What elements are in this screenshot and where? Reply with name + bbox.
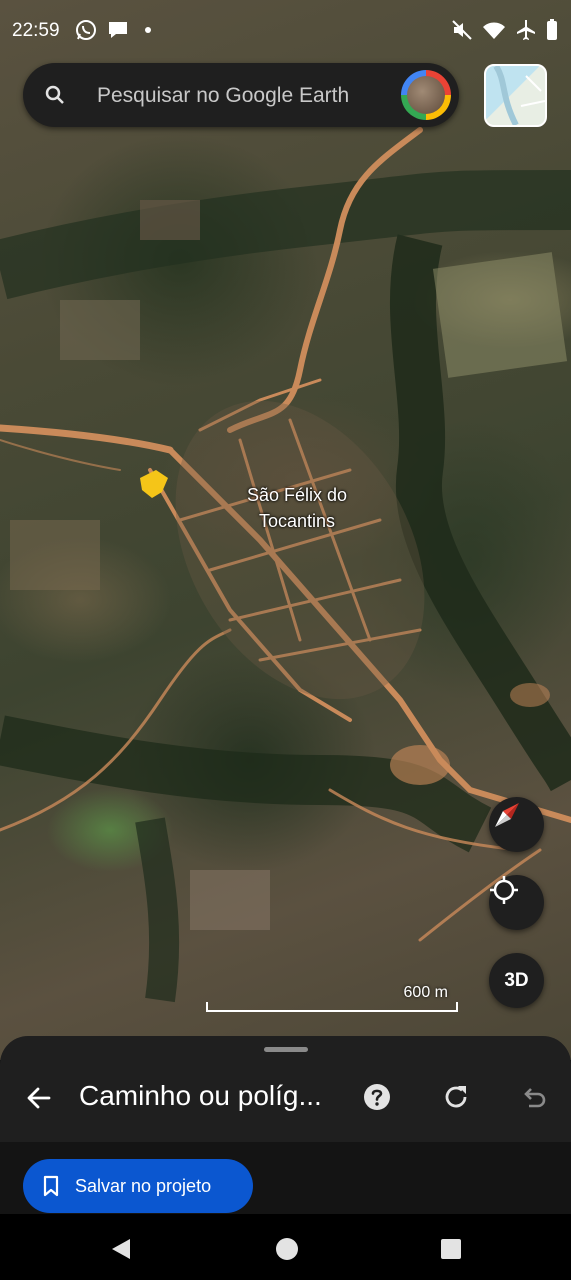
search-bar[interactable] — [23, 63, 459, 127]
airplane-icon — [517, 20, 535, 40]
dot-icon — [145, 27, 151, 33]
whatsapp-icon — [76, 20, 96, 40]
bookmark-icon — [41, 1175, 61, 1197]
search-icon — [45, 85, 64, 104]
satellite-map[interactable]: São Félix do Tocantins 3D 600 m — [0, 0, 571, 1060]
mute-icon — [452, 20, 472, 40]
back-arrow-icon[interactable] — [24, 1083, 54, 1113]
status-bar: 22:59 — [0, 0, 571, 62]
save-to-project-button[interactable]: Salvar no projeto — [23, 1159, 253, 1213]
compass-button[interactable] — [489, 797, 544, 852]
help-icon[interactable] — [362, 1082, 392, 1112]
my-location-button[interactable] — [489, 875, 544, 930]
wifi-icon — [483, 22, 505, 39]
3d-toggle-button[interactable]: 3D — [489, 953, 544, 1008]
account-avatar[interactable] — [401, 70, 451, 120]
scale-line — [206, 1002, 458, 1012]
sheet-title: Caminho ou políg... — [79, 1080, 322, 1111]
map-style-button[interactable] — [484, 64, 547, 127]
scale-bar: 600 m — [206, 984, 458, 1012]
search-input[interactable] — [95, 77, 379, 115]
chat-bubble-icon — [109, 22, 127, 38]
status-time: 22:59 — [12, 20, 60, 41]
nav-home-icon[interactable] — [274, 1236, 300, 1262]
map-style-icon — [493, 66, 545, 125]
3d-label: 3D — [504, 969, 529, 991]
refresh-icon[interactable] — [441, 1082, 471, 1112]
undo-icon[interactable] — [519, 1082, 549, 1112]
scale-label: 600 m — [403, 984, 448, 1001]
place-label: São Félix do Tocantins — [246, 485, 348, 531]
compass-icon — [495, 803, 519, 827]
battery-icon — [547, 19, 557, 40]
drag-handle[interactable] — [264, 1047, 308, 1052]
save-button-label: Salvar no projeto — [75, 1175, 212, 1196]
sheet-header: Caminho ou políg... — [0, 1056, 571, 1142]
system-nav-bar — [0, 1214, 571, 1280]
nav-recents-icon[interactable] — [440, 1238, 462, 1260]
crosshair-icon — [490, 876, 518, 904]
nav-back-icon[interactable] — [108, 1236, 134, 1262]
